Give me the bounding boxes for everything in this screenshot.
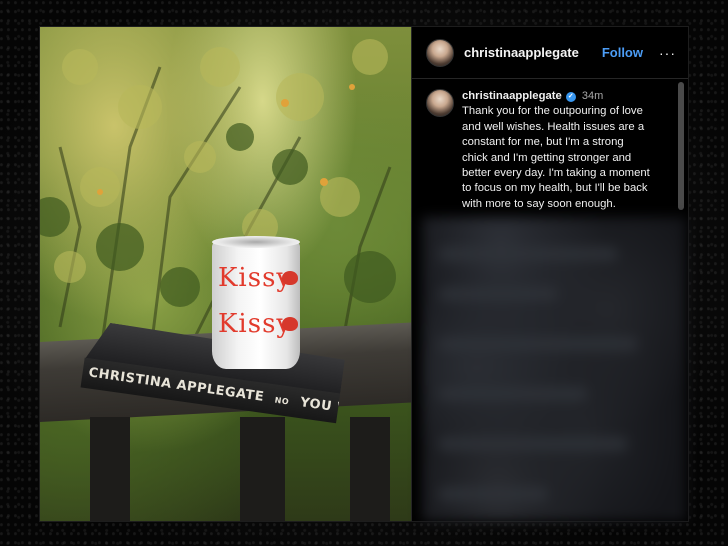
caption-line: better every day. I'm taking a moment xyxy=(462,167,650,180)
post-header: christinaapplegate Follow ··· xyxy=(412,27,688,79)
caption-username[interactable]: christinaapplegate xyxy=(462,89,562,104)
book-no: NO xyxy=(274,395,290,407)
caption-line: and well wishes. Health issues are a xyxy=(462,120,645,133)
more-options-icon[interactable]: ··· xyxy=(659,45,676,61)
caption-line: constant for me, but I'm a strong xyxy=(462,136,624,149)
post-side-panel: christinaapplegate Follow ··· christinaa… xyxy=(411,27,688,521)
lips-icon xyxy=(282,317,298,331)
lips-icon xyxy=(282,271,298,285)
caption-avatar[interactable] xyxy=(426,89,454,117)
mug-text-top: Kissy xyxy=(218,263,293,293)
railing-posts xyxy=(40,417,411,521)
caption-line: Thank you for the outpouring of love xyxy=(462,105,643,118)
coffee-mug: Kissy Kissy xyxy=(212,236,300,369)
book-title: YOU WITH THE SAD EYES xyxy=(299,395,341,423)
follow-button[interactable]: Follow xyxy=(602,45,643,60)
post-photo[interactable]: CHRISTINA APPLEGATE NO YOU WITH THE SAD … xyxy=(40,27,411,521)
caption: christinaapplegate ✓ 34m Thank you for t… xyxy=(412,79,688,218)
blurred-comments-area xyxy=(422,217,686,521)
caption-line: to focus on my health, but I'll be back xyxy=(462,182,648,195)
mug-text-bottom: Kissy xyxy=(218,309,293,339)
comments-scrollbar[interactable] xyxy=(678,82,684,210)
caption-line: with more to say soon enough. xyxy=(462,197,616,210)
post-time[interactable]: 34m xyxy=(582,89,603,104)
caption-line: chick and I'm getting stronger and xyxy=(462,151,632,164)
header-username[interactable]: christinaapplegate xyxy=(464,45,579,60)
instagram-post: CHRISTINA APPLEGATE NO YOU WITH THE SAD … xyxy=(40,27,688,521)
avatar[interactable] xyxy=(426,38,454,67)
verified-badge-icon: ✓ xyxy=(565,91,576,102)
